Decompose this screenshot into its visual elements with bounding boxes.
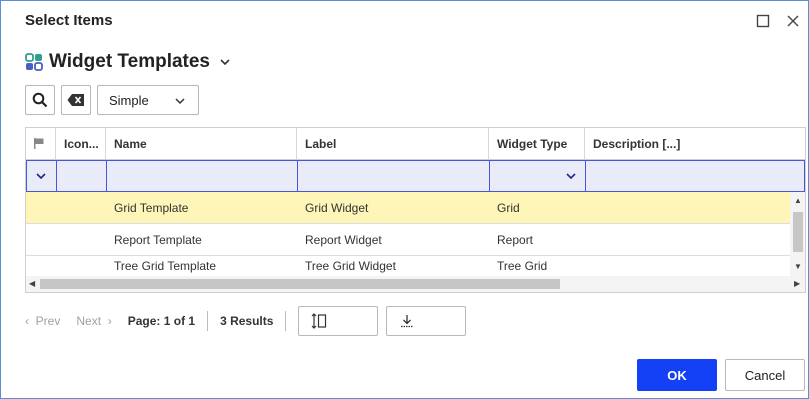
prev-page-button[interactable]: ‹ Prev <box>25 314 60 328</box>
row-name: Grid Template <box>114 200 189 215</box>
clear-filter-button[interactable] <box>61 85 91 115</box>
items-grid: Icon... Name Label Widget Type Descripti… <box>25 127 806 293</box>
dialog-title: Select Items <box>25 12 113 29</box>
flag-column-header[interactable] <box>26 128 56 159</box>
filter-row <box>26 160 805 192</box>
close-icon <box>787 15 799 27</box>
prev-label: Prev <box>35 314 61 328</box>
icon-filter[interactable] <box>57 161 107 191</box>
widget-grid-icon <box>25 53 43 71</box>
table-row[interactable]: Report Template Report Widget Report <box>26 224 794 256</box>
column-header-name[interactable]: Name <box>106 128 297 159</box>
name-filter-input[interactable] <box>107 161 298 191</box>
scroll-left-icon[interactable]: ◀ <box>29 279 35 288</box>
search-button[interactable] <box>25 85 55 115</box>
row-height-icon <box>312 313 327 329</box>
view-mode-value: Simple <box>109 92 149 108</box>
chevron-down-icon <box>175 98 185 105</box>
maximize-icon <box>756 14 770 28</box>
row-name: Tree Grid Template <box>114 259 217 273</box>
row-label: Grid Widget <box>305 200 369 215</box>
maximize-button[interactable] <box>753 11 773 31</box>
next-label: Next <box>76 314 102 328</box>
vertical-scroll-thumb[interactable] <box>793 212 803 252</box>
row-widget-type: Report <box>497 232 534 247</box>
export-button[interactable] <box>386 306 467 336</box>
results-count: 3 Results <box>220 314 274 328</box>
column-header-label[interactable]: Label <box>297 128 489 159</box>
search-icon <box>32 92 48 108</box>
label-filter-input[interactable] <box>298 161 490 191</box>
row-label: Tree Grid Widget <box>305 259 396 273</box>
table-row[interactable]: Grid Template Grid Widget Grid <box>26 192 794 224</box>
ok-button[interactable]: OK <box>637 359 717 391</box>
vertical-scrollbar[interactable]: ▲ ▼ <box>790 192 805 276</box>
divider <box>207 311 209 331</box>
row-name: Report Template <box>114 232 202 247</box>
page-info: Page: 1 of 1 <box>127 314 196 328</box>
close-button[interactable] <box>783 11 803 31</box>
row-label: Report Widget <box>305 232 382 247</box>
row-widget-type: Grid <box>497 200 520 215</box>
next-page-button[interactable]: Next › <box>76 314 111 328</box>
row-widget-type: Tree Grid <box>497 259 548 273</box>
clear-filter-icon <box>67 94 84 106</box>
table-row[interactable]: Tree Grid Template Tree Grid Widget Tree… <box>26 256 794 276</box>
header-title: Widget Templates <box>49 51 210 72</box>
chevron-down-icon <box>36 173 46 180</box>
download-icon <box>401 315 414 328</box>
chevron-down-icon[interactable] <box>218 55 232 69</box>
pager: ‹ Prev Next › Page: 1 of 1 3 Results <box>25 306 467 336</box>
column-header-description[interactable]: Description [...] <box>585 128 805 159</box>
title-bar: Select Items <box>1 1 808 41</box>
flag-icon <box>34 138 44 149</box>
description-filter-input[interactable] <box>586 161 805 191</box>
divider <box>285 311 287 331</box>
cancel-button[interactable]: Cancel <box>725 359 805 391</box>
horizontal-scroll-thumb[interactable] <box>40 279 560 289</box>
scroll-down-icon[interactable]: ▼ <box>794 262 802 271</box>
scroll-up-icon[interactable]: ▲ <box>794 196 802 205</box>
toolbar: Simple <box>25 85 199 115</box>
row-height-button[interactable] <box>298 306 379 336</box>
widget-templates-header[interactable]: Widget Templates <box>25 49 232 75</box>
column-header-widget-type[interactable]: Widget Type <box>489 128 585 159</box>
column-header-icon[interactable]: Icon... <box>56 128 106 159</box>
flag-filter[interactable] <box>27 161 57 191</box>
view-mode-select[interactable]: Simple <box>97 85 199 115</box>
horizontal-scrollbar[interactable]: ◀ ▶ <box>26 276 805 292</box>
grid-header-row: Icon... Name Label Widget Type Descripti… <box>26 128 805 160</box>
chevron-down-icon <box>566 173 576 180</box>
select-items-dialog: Select Items Widget Templates Simple Ico… <box>0 0 809 399</box>
scroll-right-icon[interactable]: ▶ <box>794 279 800 288</box>
widget-type-filter[interactable] <box>490 161 586 191</box>
